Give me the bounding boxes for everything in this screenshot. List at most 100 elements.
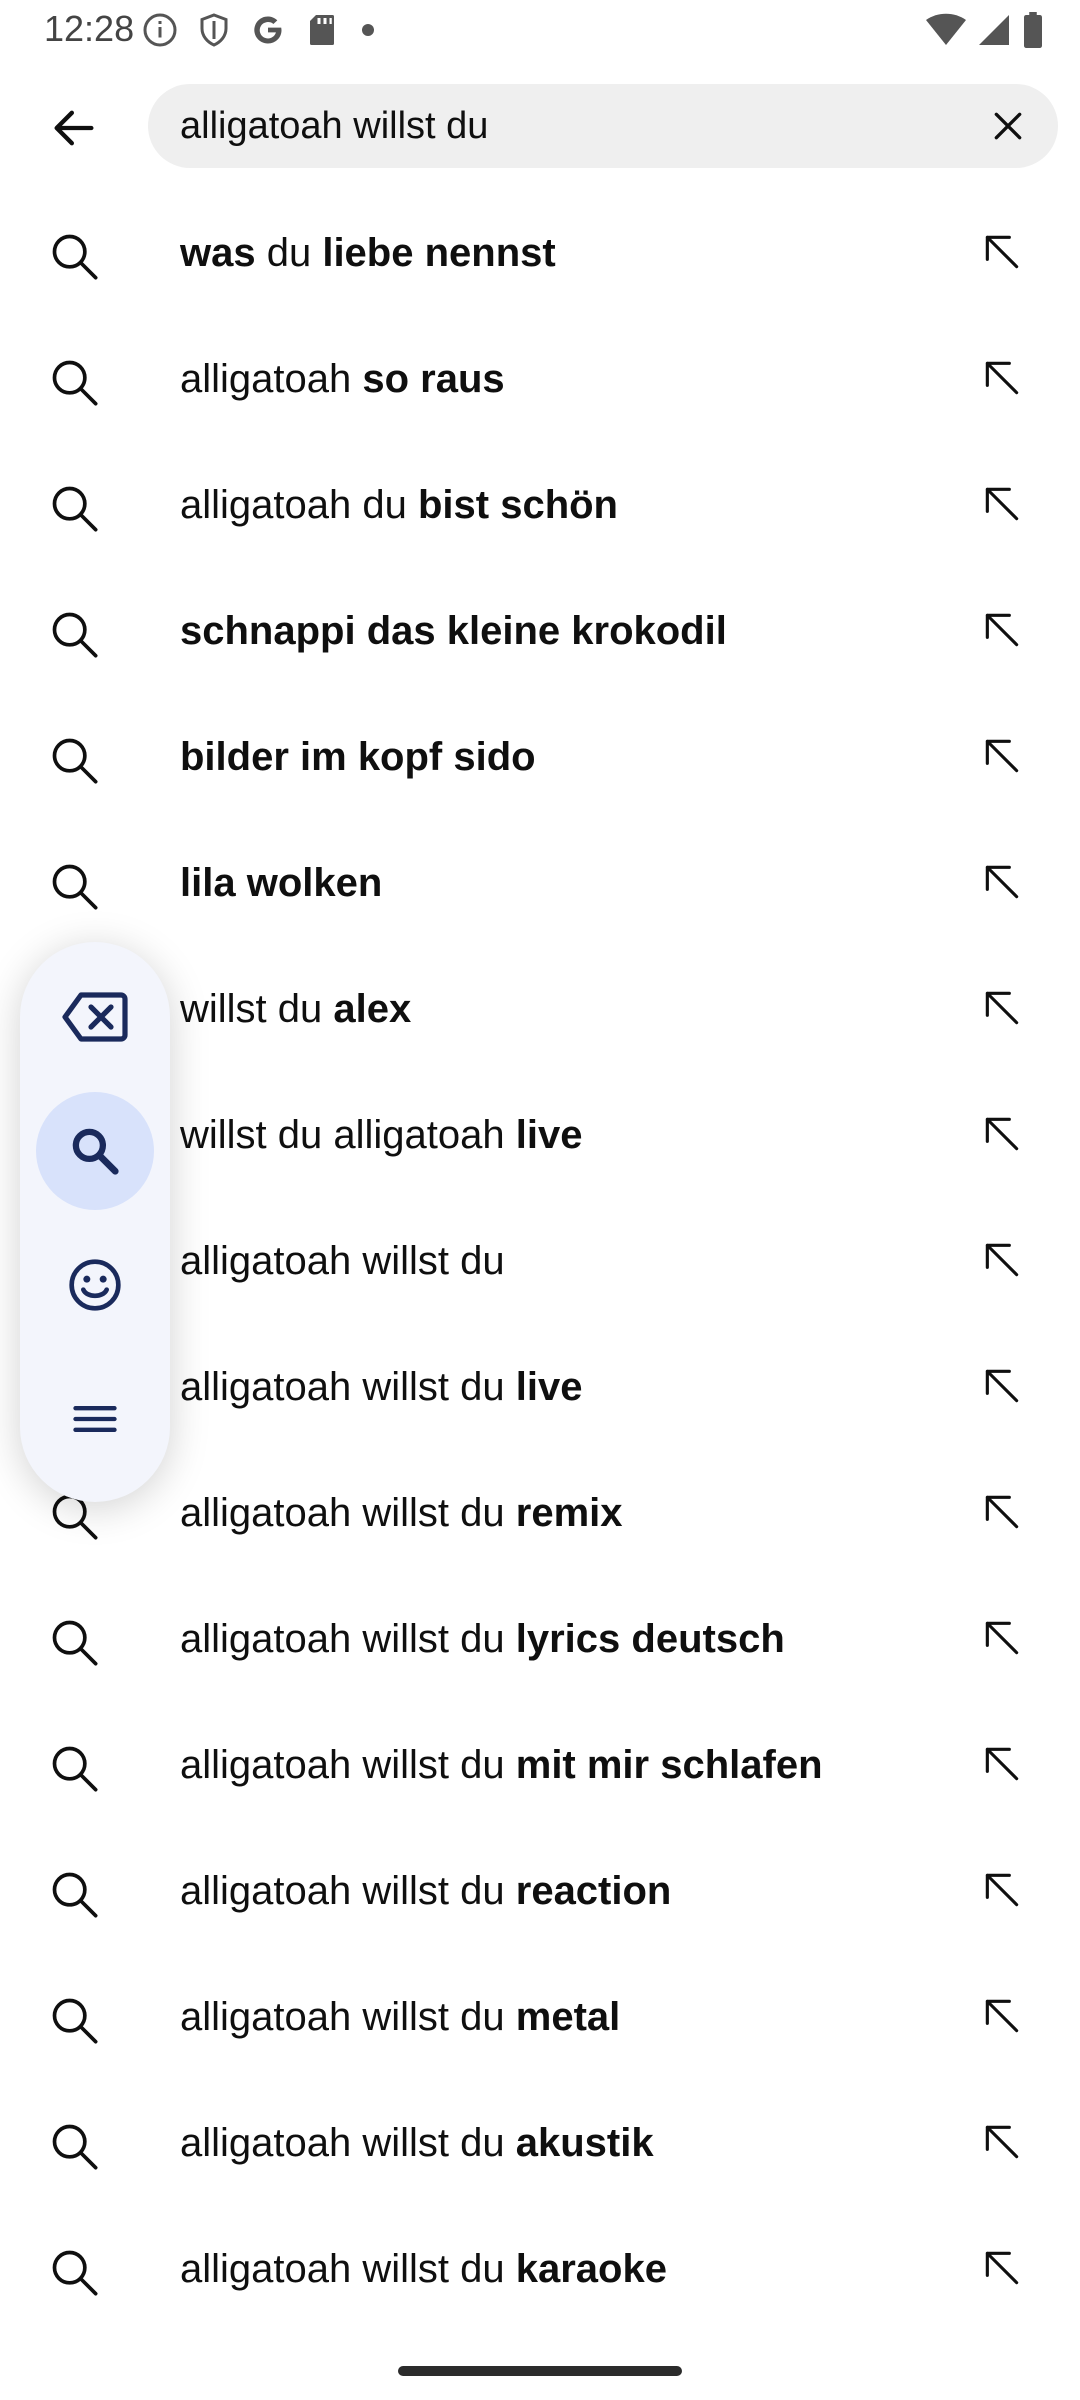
search-icon: [52, 738, 98, 784]
google-icon: [250, 12, 286, 48]
suggestion-item[interactable]: alligatoah willst du remix: [0, 1450, 1080, 1576]
suggestion-item[interactable]: schnappi das kleine krokodil: [0, 568, 1080, 694]
shield-icon: [196, 12, 232, 48]
suggestion-text-part: willst du alligatoah: [180, 1113, 516, 1157]
sd-card-icon: [304, 12, 340, 48]
fill-suggestion-button[interactable]: [972, 1608, 1032, 1668]
suggestion-text: alligatoah willst du live: [180, 1324, 582, 1450]
suggestion-text: was du liebe nennst: [180, 190, 556, 316]
info-icon: [142, 12, 178, 48]
suggestion-text-bold: schnappi das kleine krokodil: [180, 609, 727, 653]
arrow-up-left-icon: [985, 487, 1019, 521]
search-box[interactable]: [148, 84, 1058, 168]
suggestion-text-bold: bilder im kopf sido: [180, 735, 536, 779]
suggestion-text: willst du alligatoah live: [180, 1072, 582, 1198]
suggestion-text-part: alligatoah willst du: [180, 1365, 516, 1409]
suggestion-text-part: alligatoah willst du: [180, 1869, 516, 1913]
suggestion-item[interactable]: alligatoah willst du metal: [0, 1954, 1080, 2080]
back-button[interactable]: [42, 96, 106, 160]
suggestion-text: alligatoah willst du lyrics deutsch: [180, 1576, 785, 1702]
arrow-up-left-icon: [985, 739, 1019, 773]
suggestion-text-bold: karaoke: [515, 2247, 667, 2291]
search-header: [0, 84, 1080, 168]
keyboard-search-button[interactable]: [36, 1092, 154, 1210]
suggestion-text-part: alligatoah willst du: [180, 2121, 516, 2165]
fill-suggestion-button[interactable]: [972, 1860, 1032, 1920]
fill-suggestion-button[interactable]: [972, 348, 1032, 408]
fill-suggestion-button[interactable]: [972, 852, 1032, 912]
suggestion-text-part: alligatoah du: [180, 483, 418, 527]
suggestion-text: alligatoah willst du reaction: [180, 1828, 671, 1954]
suggestion-text: alligatoah so raus: [180, 316, 505, 442]
backspace-button[interactable]: [36, 958, 154, 1076]
arrow-up-left-icon: [985, 991, 1019, 1025]
suggestion-text-bold: was: [180, 231, 256, 275]
arrow-up-left-icon: [985, 1369, 1019, 1403]
suggestion-text-bold: remix: [515, 1491, 623, 1535]
search-icon: [52, 1620, 98, 1666]
search-icon: [52, 1872, 98, 1918]
suggestion-text-part: du: [255, 231, 323, 275]
suggestion-item[interactable]: alligatoah willst du akustik: [0, 2080, 1080, 2206]
search-icon: [52, 360, 98, 406]
arrow-up-left-icon: [985, 361, 1019, 395]
suggestion-item[interactable]: was du liebe nennst: [0, 190, 1080, 316]
search-icon: [52, 1746, 98, 1792]
floating-keyboard-toolbar: [20, 942, 170, 1502]
fill-suggestion-button[interactable]: [972, 1482, 1032, 1542]
fill-suggestion-button[interactable]: [972, 1356, 1032, 1416]
clear-search-button[interactable]: [978, 96, 1038, 156]
suggestion-text: lila wolken: [180, 820, 382, 946]
arrow-up-left-icon: [985, 1873, 1019, 1907]
fill-suggestion-button[interactable]: [972, 474, 1032, 534]
fill-suggestion-button[interactable]: [972, 726, 1032, 786]
dot-icon: [358, 12, 378, 48]
search-input[interactable]: [180, 84, 940, 168]
suggestion-item[interactable]: alligatoah willst du mit mir schlafen: [0, 1702, 1080, 1828]
status-bar: 12:28: [0, 0, 1080, 64]
suggestion-text-part: willst du: [180, 987, 334, 1031]
fill-suggestion-button[interactable]: [972, 978, 1032, 1038]
suggestion-item[interactable]: lila wolken: [0, 820, 1080, 946]
suggestion-text-bold: akustik: [515, 2121, 654, 2165]
fill-suggestion-button[interactable]: [972, 222, 1032, 282]
arrow-up-left-icon: [985, 1117, 1019, 1151]
suggestion-text-bold: so raus: [362, 357, 505, 401]
suggestion-text: alligatoah willst du metal: [180, 1954, 620, 2080]
suggestion-item[interactable]: bilder im kopf sido: [0, 694, 1080, 820]
suggestion-text-bold: lyrics deutsch: [515, 1617, 785, 1661]
arrow-up-left-icon: [985, 1495, 1019, 1529]
search-icon: [52, 612, 98, 658]
suggestion-text-bold: mit mir schlafen: [515, 1743, 823, 1787]
status-time: 12:28: [44, 8, 135, 49]
suggestion-text-part: alligatoah willst du: [180, 1491, 516, 1535]
fill-suggestion-button[interactable]: [972, 1734, 1032, 1794]
fill-suggestion-button[interactable]: [972, 1230, 1032, 1290]
menu-button[interactable]: [36, 1360, 154, 1478]
suggestion-text-bold: reaction: [515, 1869, 672, 1913]
suggestion-text: alligatoah du bist schön: [180, 442, 618, 568]
suggestion-item[interactable]: alligatoah willst du reaction: [0, 1828, 1080, 1954]
fill-suggestion-button[interactable]: [972, 2112, 1032, 2172]
arrow-up-left-icon: [985, 1747, 1019, 1781]
suggestion-text: willst du alex: [180, 946, 411, 1072]
fill-suggestion-button[interactable]: [972, 600, 1032, 660]
arrow-up-left-icon: [985, 1243, 1019, 1277]
suggestion-item[interactable]: alligatoah willst du karaoke: [0, 2206, 1080, 2332]
arrow-up-left-icon: [985, 613, 1019, 647]
home-indicator[interactable]: [398, 2366, 682, 2376]
suggestion-text: alligatoah willst du mit mir schlafen: [180, 1702, 823, 1828]
fill-suggestion-button[interactable]: [972, 1986, 1032, 2046]
suggestion-item[interactable]: alligatoah du bist schön: [0, 442, 1080, 568]
suggestion-item[interactable]: alligatoah willst du lyrics deutsch: [0, 1576, 1080, 1702]
search-icon: [52, 864, 98, 910]
suggestion-text-part: alligatoah willst du: [180, 2247, 516, 2291]
suggestion-text-part: alligatoah willst du: [180, 1743, 516, 1787]
fill-suggestion-button[interactable]: [972, 1104, 1032, 1164]
arrow-up-left-icon: [985, 235, 1019, 269]
search-icon: [52, 486, 98, 532]
emoji-button[interactable]: [36, 1226, 154, 1344]
backspace-icon: [62, 992, 128, 1042]
fill-suggestion-button[interactable]: [972, 2238, 1032, 2298]
suggestion-item[interactable]: alligatoah so raus: [0, 316, 1080, 442]
